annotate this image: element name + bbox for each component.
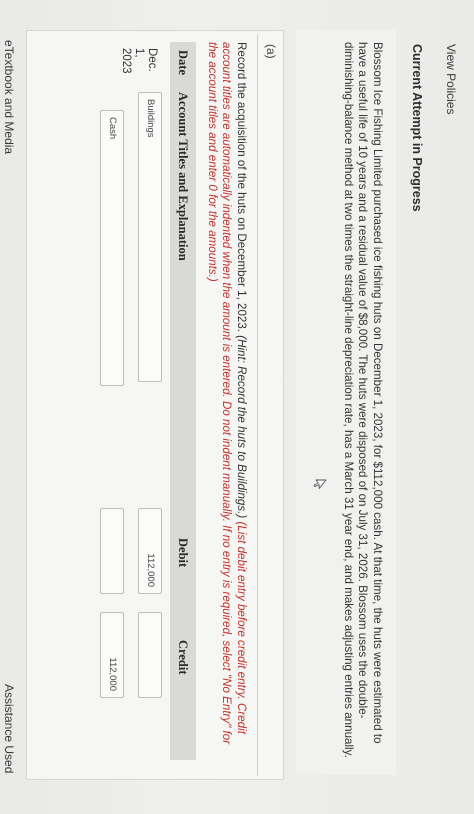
screen: View Policies Current Attempt in Progres… — [0, 0, 474, 814]
etextbook-media-link[interactable]: eTextbook and Media — [2, 40, 16, 154]
entry-date: Dec. 1, 2023 — [120, 48, 158, 74]
account-title-input[interactable]: Buildings — [138, 92, 162, 382]
credit-amount-input[interactable]: 112,000 — [100, 612, 124, 698]
credit-amount-input[interactable] — [138, 612, 162, 698]
page-content: View Policies Current Attempt in Progres… — [0, 0, 474, 814]
date-column-header: Date — [176, 50, 190, 75]
account-title-input[interactable]: Cash — [100, 110, 124, 386]
debit-amount-input[interactable]: 112,000 — [138, 508, 162, 594]
assistance-used-link[interactable]: Assistance Used — [2, 684, 16, 773]
view-policies-link[interactable]: View Policies — [444, 44, 458, 114]
debit-amount-input[interactable] — [100, 508, 124, 594]
instruction-hint: (Hint: Record the huts to Buildings.) — [235, 332, 248, 519]
part-a-label: (a) — [264, 44, 278, 59]
problem-text: Blossom Ice Fishing Limited purchased ic… — [342, 42, 384, 758]
credit-column-header: Credit — [176, 640, 190, 675]
instruction-main: Record the acquisition of the huts on De… — [235, 42, 248, 333]
mouse-pointer-icon — [313, 479, 327, 489]
debit-column-header: Debit — [176, 538, 190, 568]
account-column-header: Account Titles and Explanation — [176, 92, 190, 261]
part-a-instructions: Record the acquisition of the huts on De… — [205, 42, 248, 760]
part-a-divider — [257, 34, 258, 776]
attempt-heading: Current Attempt in Progress — [410, 44, 424, 212]
